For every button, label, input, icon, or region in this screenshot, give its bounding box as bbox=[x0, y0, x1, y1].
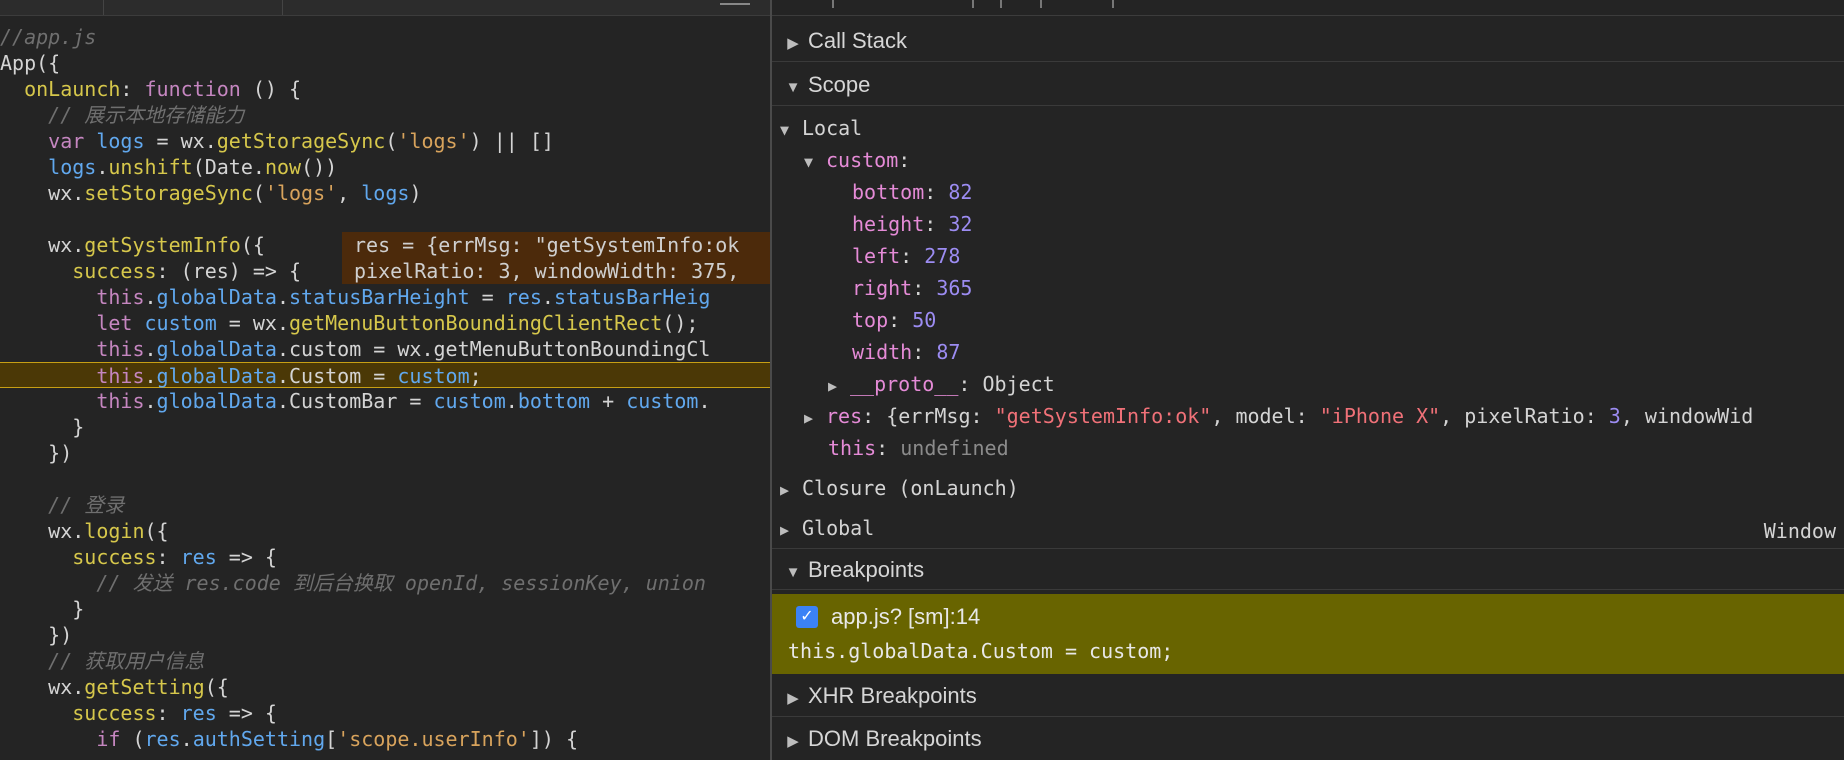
prop-key: left bbox=[852, 244, 901, 268]
prop-key: width bbox=[852, 340, 913, 364]
code-line[interactable]: // 登录 bbox=[0, 492, 770, 518]
code-line[interactable]: //app.js bbox=[0, 24, 770, 50]
collapsed-arrow-icon: ▶ bbox=[780, 521, 790, 539]
section-title: Call Stack bbox=[808, 28, 908, 53]
section-xhr-breakpoints[interactable]: ▶ XHR Breakpoints bbox=[772, 675, 1844, 717]
scope-local[interactable]: ▼ Local bbox=[780, 112, 862, 144]
expanded-arrow-icon: ▼ bbox=[780, 121, 790, 139]
code-line[interactable]: let custom = wx.getMenuButtonBoundingCli… bbox=[0, 310, 770, 336]
section-title: Breakpoints bbox=[808, 557, 925, 582]
collapsed-arrow-icon: ▶ bbox=[804, 409, 814, 427]
debugger-toolbar bbox=[772, 0, 1844, 16]
editor-tab-app-js-sm[interactable] bbox=[104, 0, 283, 15]
code-line[interactable]: // 获取用户信息 bbox=[0, 648, 770, 674]
code-line[interactable]: }) bbox=[0, 440, 770, 466]
breakpoint-item[interactable]: ✓ app.js? [sm]:14 this.globalData.Custom… bbox=[772, 594, 1844, 674]
code-line[interactable]: }) bbox=[0, 622, 770, 648]
inline-value-pixelratio: pixelRatio: 3, windowWidth: 375, bbox=[342, 258, 770, 284]
expanded-arrow-icon: ▼ bbox=[785, 564, 801, 581]
debugger-sidebar: ▶ Call Stack ▼ Scope ▼ Local ▼ custom: botto… bbox=[772, 0, 1844, 760]
code-line[interactable]: if (res.authSetting['scope.userInfo']) { bbox=[0, 726, 770, 752]
editor-tab-bar bbox=[0, 0, 770, 16]
collapsed-arrow-icon: ▶ bbox=[787, 733, 799, 750]
scope-var-this[interactable]: this: undefined bbox=[828, 432, 1009, 464]
section-breakpoints[interactable]: ▼ Breakpoints bbox=[772, 548, 1844, 590]
code-editor[interactable]: //app.js App({ onLaunch: function () { //… bbox=[0, 0, 770, 760]
prop-key: top bbox=[852, 308, 889, 332]
breakpoint-location: app.js? [sm]:14 bbox=[831, 604, 981, 629]
prop-value: 278 bbox=[924, 244, 961, 268]
collapsed-arrow-icon: ▶ bbox=[787, 690, 799, 707]
section-title: XHR Breakpoints bbox=[808, 683, 977, 708]
code-line[interactable]: success: res => { bbox=[0, 544, 770, 570]
custom-prop-right[interactable]: right: 365 bbox=[852, 272, 972, 304]
prop-value: 50 bbox=[912, 308, 937, 332]
code-line[interactable]: // 发送 res.code 到后台换取 openId, sessionKey,… bbox=[0, 570, 770, 596]
code-line[interactable]: this.globalData.CustomBar = custom.botto… bbox=[0, 388, 770, 414]
code-line[interactable]: onLaunch: function () { bbox=[0, 76, 770, 102]
step-into-icon[interactable] bbox=[1000, 0, 1002, 8]
inline-value-res: res = {errMsg: "getSystemInfo:ok bbox=[342, 232, 770, 258]
prop-key: right bbox=[852, 276, 913, 300]
collapsed-arrow-icon: ▶ bbox=[828, 377, 838, 395]
code-line[interactable]: success: res => { bbox=[0, 700, 770, 726]
scope-var-res[interactable]: ▶ res: {errMsg: "getSystemInfo:ok", model… bbox=[804, 400, 1753, 432]
code-line[interactable]: wx.getSetting({ bbox=[0, 674, 770, 700]
section-title: Scope bbox=[808, 72, 871, 97]
scope-var-custom[interactable]: ▼ custom: bbox=[804, 144, 910, 176]
custom-prop-bottom[interactable]: bottom: 82 bbox=[852, 176, 972, 208]
expanded-arrow-icon: ▼ bbox=[785, 79, 801, 96]
scope-closure[interactable]: ▶ Closure (onLaunch) bbox=[780, 472, 1019, 504]
code-line[interactable]: } bbox=[0, 414, 770, 440]
current-execution-line[interactable]: this.globalData.Custom = custom; bbox=[0, 362, 770, 388]
step-over-icon[interactable] bbox=[972, 0, 974, 8]
breakpoint-checkbox[interactable]: ✓ bbox=[796, 606, 818, 628]
prop-value: 82 bbox=[948, 180, 973, 204]
deactivate-breakpoints-icon[interactable] bbox=[1112, 0, 1114, 8]
scope-global[interactable]: ▶ Global bbox=[780, 512, 874, 544]
collapsed-arrow-icon: ▶ bbox=[787, 35, 799, 52]
prop-key: height bbox=[852, 212, 925, 236]
section-title: DOM Breakpoints bbox=[808, 726, 982, 751]
code-line[interactable]: App({ bbox=[0, 50, 770, 76]
scope-proto[interactable]: ▶ __proto__: Object bbox=[828, 368, 1055, 400]
prop-key: bottom bbox=[852, 180, 925, 204]
code-line[interactable]: var logs = wx.getStorageSync('logs') || … bbox=[0, 128, 770, 154]
expanded-arrow-icon: ▼ bbox=[804, 153, 814, 171]
custom-prop-width[interactable]: width: 87 bbox=[852, 336, 960, 368]
prop-value: 365 bbox=[936, 276, 973, 300]
section-scope[interactable]: ▼ Scope bbox=[772, 64, 1844, 106]
step-out-icon[interactable] bbox=[1040, 0, 1042, 8]
tab-menu-icon[interactable] bbox=[720, 3, 750, 5]
code-line[interactable]: wx.setStorageSync('logs', logs) bbox=[0, 180, 770, 206]
editor-tab-app-js[interactable] bbox=[0, 0, 104, 15]
code-line[interactable]: this.globalData.statusBarHeight = res.st… bbox=[0, 284, 770, 310]
custom-prop-top[interactable]: top: 50 bbox=[852, 304, 936, 336]
collapsed-arrow-icon: ▶ bbox=[780, 481, 790, 499]
code-area[interactable]: //app.js App({ onLaunch: function () { //… bbox=[0, 24, 770, 752]
step-icon[interactable] bbox=[832, 0, 834, 8]
code-line[interactable] bbox=[0, 466, 770, 492]
custom-prop-left[interactable]: left: 278 bbox=[852, 240, 960, 272]
code-line[interactable]: } bbox=[0, 596, 770, 622]
code-line[interactable]: this.globalData.custom = wx.getMenuButto… bbox=[0, 336, 770, 362]
prop-value: 32 bbox=[948, 212, 973, 236]
code-line[interactable]: // 展示本地存储能力 bbox=[0, 102, 770, 128]
custom-prop-height[interactable]: height: 32 bbox=[852, 208, 972, 240]
prop-value: 87 bbox=[936, 340, 961, 364]
code-line[interactable]: wx.login({ bbox=[0, 518, 770, 544]
code-line[interactable]: logs.unshift(Date.now()) bbox=[0, 154, 770, 180]
breakpoint-code: this.globalData.Custom = custom; bbox=[788, 639, 1174, 663]
section-call-stack[interactable]: ▶ Call Stack bbox=[772, 20, 1844, 62]
code-line[interactable] bbox=[0, 206, 770, 232]
scope-global-value: Window bbox=[1763, 519, 1836, 543]
section-dom-breakpoints[interactable]: ▶ DOM Breakpoints bbox=[772, 718, 1844, 760]
